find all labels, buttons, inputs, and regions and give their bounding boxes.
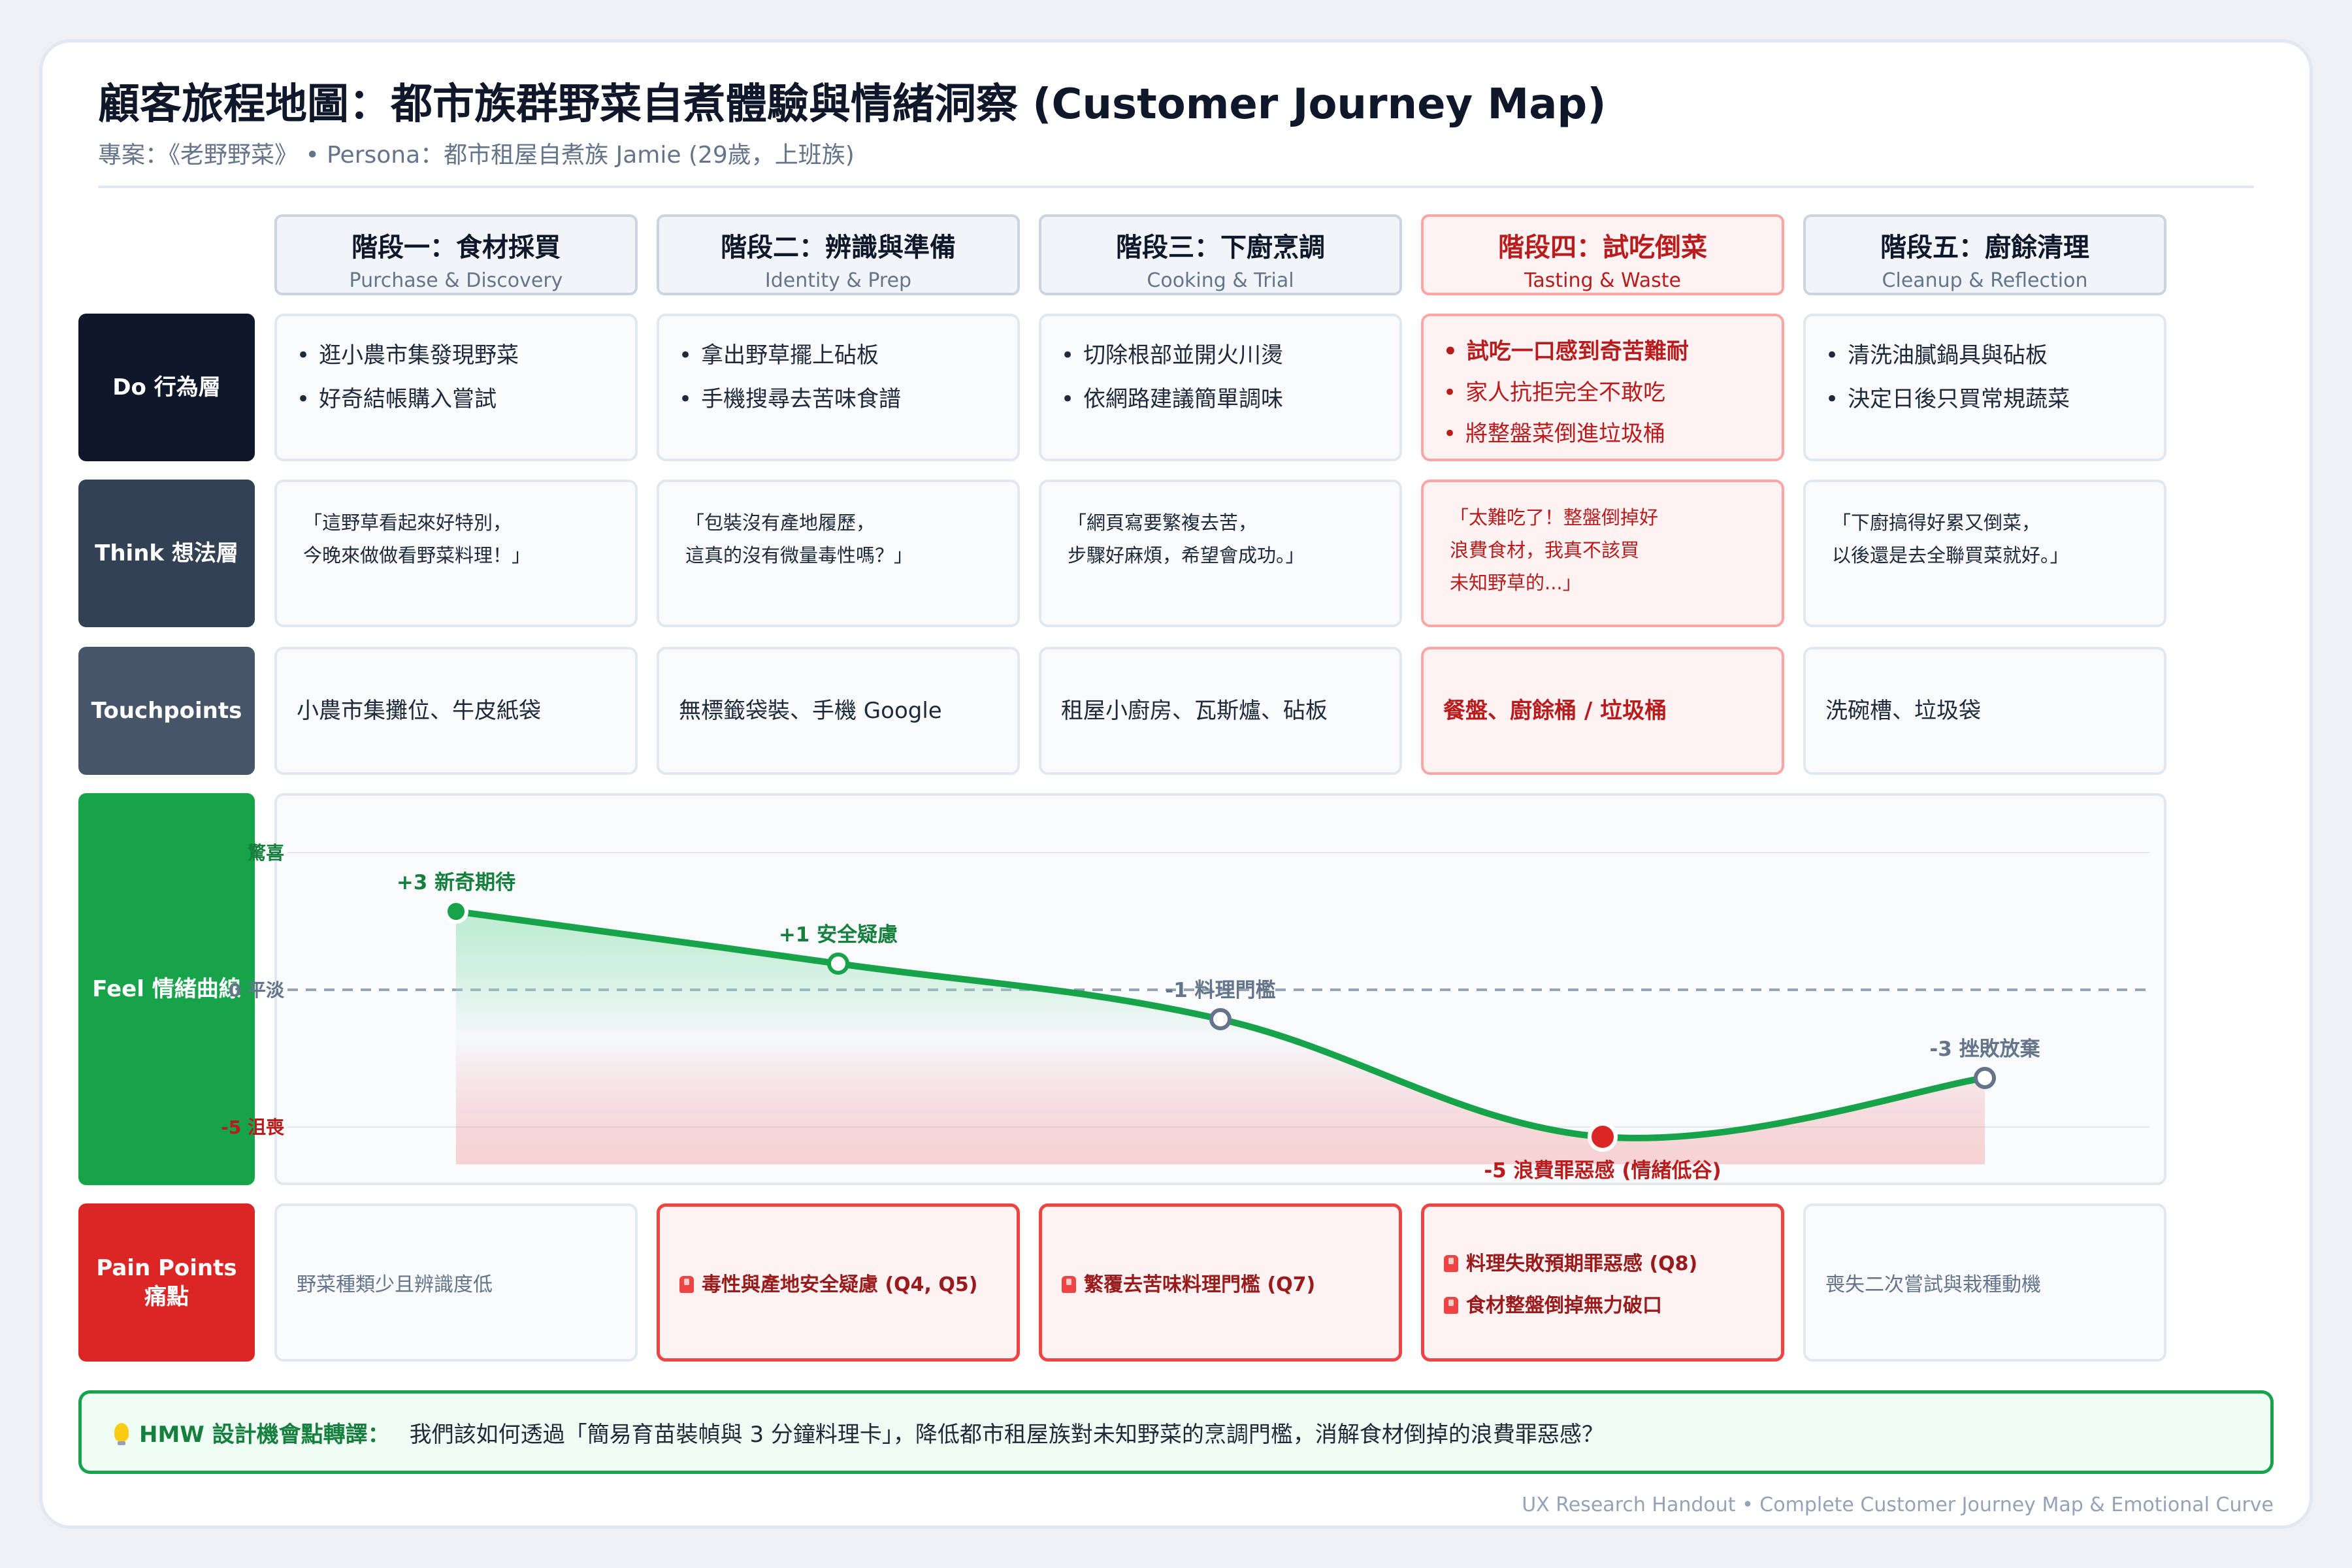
y-tick-label: -5 沮喪 xyxy=(221,1117,285,1138)
pain-cell-2: 毒性與產地安全疑慮 (Q4, Q5) xyxy=(657,1203,1020,1362)
emotion-point-label: -5 浪費罪惡感 (情緒低谷) xyxy=(1484,1159,1721,1183)
pain-item: 繁覆去苦味料理門檻 (Q7) xyxy=(1084,1273,1316,1296)
alarm-icon xyxy=(1444,1255,1458,1272)
alarm-icon xyxy=(679,1276,694,1293)
pain-cell-3: 繁覆去苦味料理門檻 (Q7) xyxy=(1039,1203,1402,1362)
emotion-point xyxy=(1974,1067,1996,1089)
pain-item: 毒性與產地安全疑慮 (Q4, Q5) xyxy=(702,1273,978,1296)
emotion-point-label: -1 料理門檻 xyxy=(1165,979,1275,1002)
emotion-point-label: +3 新奇期待 xyxy=(397,871,515,894)
emotion-point-label: -3 挫敗放棄 xyxy=(1929,1037,2040,1061)
emotion-point xyxy=(827,953,849,975)
alarm-icon xyxy=(1062,1276,1076,1293)
emotion-point xyxy=(444,899,468,924)
emotion-point-label: +1 安全疑慮 xyxy=(779,923,898,947)
alarm-icon xyxy=(1444,1297,1458,1314)
pain-label-line-1: Pain Points xyxy=(96,1254,237,1281)
emotion-point xyxy=(1588,1122,1618,1152)
footer-caption: UX Research Handout • Complete Customer … xyxy=(1522,1494,2274,1516)
pain-item: 料理失敗預期罪惡感 (Q8) xyxy=(1466,1252,1698,1275)
emotion-point xyxy=(1209,1008,1232,1030)
pain-cell-5: 喪失二次嘗試與栽種動機 xyxy=(1803,1203,2166,1362)
hmw-text: 我們該如何透過「簡易育苗裝幀與 3 分鐘料理卡」，降低都市租屋族對未知野菜的烹調… xyxy=(409,1421,1604,1448)
hmw-label: HMW 設計機會點轉譯： xyxy=(139,1421,390,1448)
pain-label-line-2: 痛點 xyxy=(144,1284,189,1310)
pain-item: 野菜種類少且辨識度低 xyxy=(297,1273,493,1296)
pain-item: 喪失二次嘗試與栽種動機 xyxy=(1825,1273,2041,1296)
emotion-curve-chart: 驚喜 0 平淡 -5 沮喪 +3 新奇期待 +1 安全疑慮 -1 料理門檻 -5 浪費罪惡… xyxy=(221,842,2149,1183)
pain-cell-1: 野菜種類少且辨識度低 xyxy=(274,1203,638,1362)
hmw-banner: HMW 設計機會點轉譯： 我們該如何透過「簡易育苗裝幀與 3 分鐘料理卡」，降低… xyxy=(78,1390,2274,1474)
y-tick-label: 0 平淡 xyxy=(229,979,285,1001)
pain-item: 食材整盤倒掉無力破口 xyxy=(1466,1294,1662,1317)
lightbulb-icon xyxy=(114,1423,129,1445)
y-tick-label: 驚喜 xyxy=(248,842,284,864)
pain-cell-4: 料理失敗預期罪惡感 (Q8) 食材整盤倒掉無力破口 xyxy=(1421,1203,1784,1362)
